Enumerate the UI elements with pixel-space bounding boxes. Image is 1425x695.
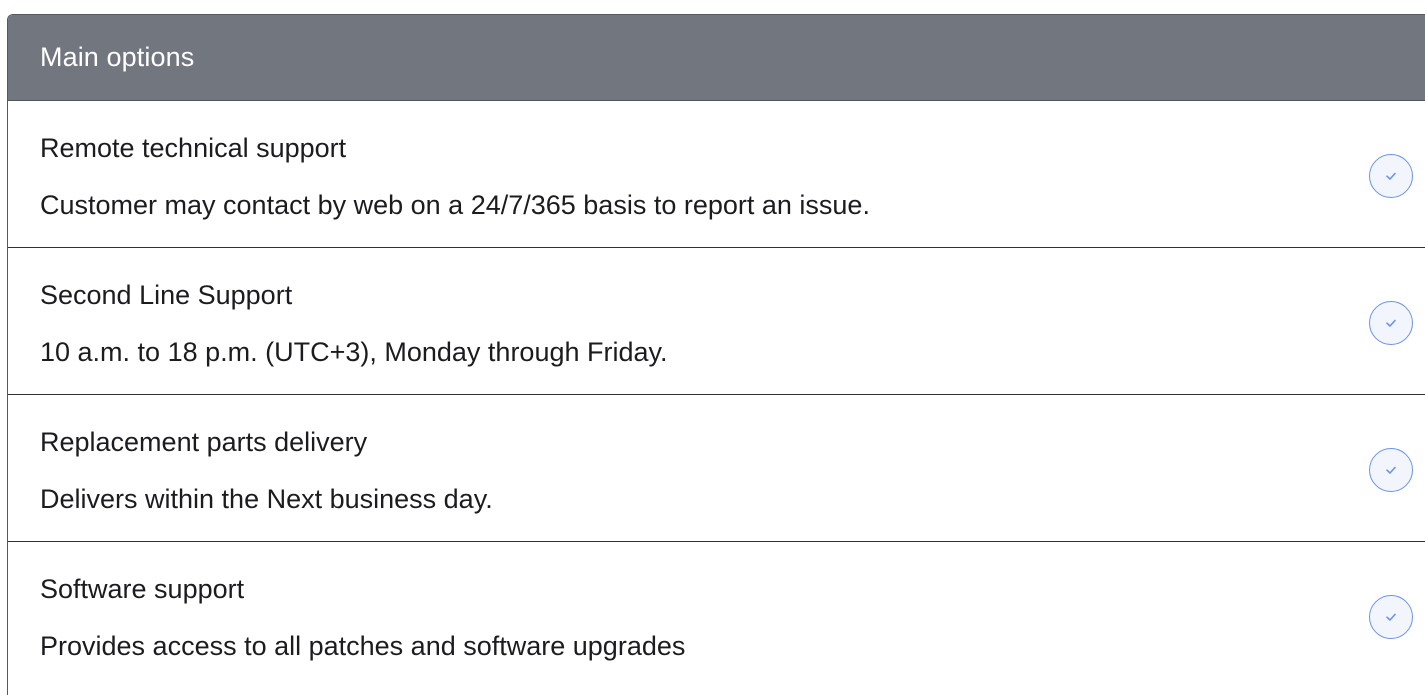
option-row-remote-technical-support: Remote technical support Customer may co… (8, 101, 1425, 248)
check-circle-icon[interactable] (1369, 154, 1413, 198)
option-description: Delivers within the Next business day. (40, 484, 493, 514)
option-title: Remote technical support (40, 133, 347, 163)
option-description: Provides access to all patches and softw… (40, 631, 686, 661)
option-title: Software support (40, 574, 245, 604)
checkmark-icon (1386, 466, 1396, 474)
option-row-second-line-support: Second Line Support 10 a.m. to 18 p.m. (… (8, 248, 1425, 395)
option-description: 10 a.m. to 18 p.m. (UTC+3), Monday throu… (40, 337, 668, 367)
checkmark-icon (1386, 613, 1396, 621)
option-row-software-support: Software support Provides access to all … (8, 542, 1425, 689)
check-circle-icon[interactable] (1369, 595, 1413, 639)
panel-title: Main options (40, 42, 195, 72)
check-circle-icon[interactable] (1369, 301, 1413, 345)
option-description: Customer may contact by web on a 24/7/36… (40, 190, 870, 220)
option-row-replacement-parts-delivery: Replacement parts delivery Delivers with… (8, 395, 1425, 542)
checkmark-icon (1386, 172, 1396, 180)
panel-header: Main options (8, 15, 1425, 101)
main-options-panel: Main options Remote technical support Cu… (7, 14, 1425, 695)
option-title: Replacement parts delivery (40, 427, 368, 457)
checkmark-icon (1386, 319, 1396, 327)
check-circle-icon[interactable] (1369, 448, 1413, 492)
option-title: Second Line Support (40, 280, 293, 310)
